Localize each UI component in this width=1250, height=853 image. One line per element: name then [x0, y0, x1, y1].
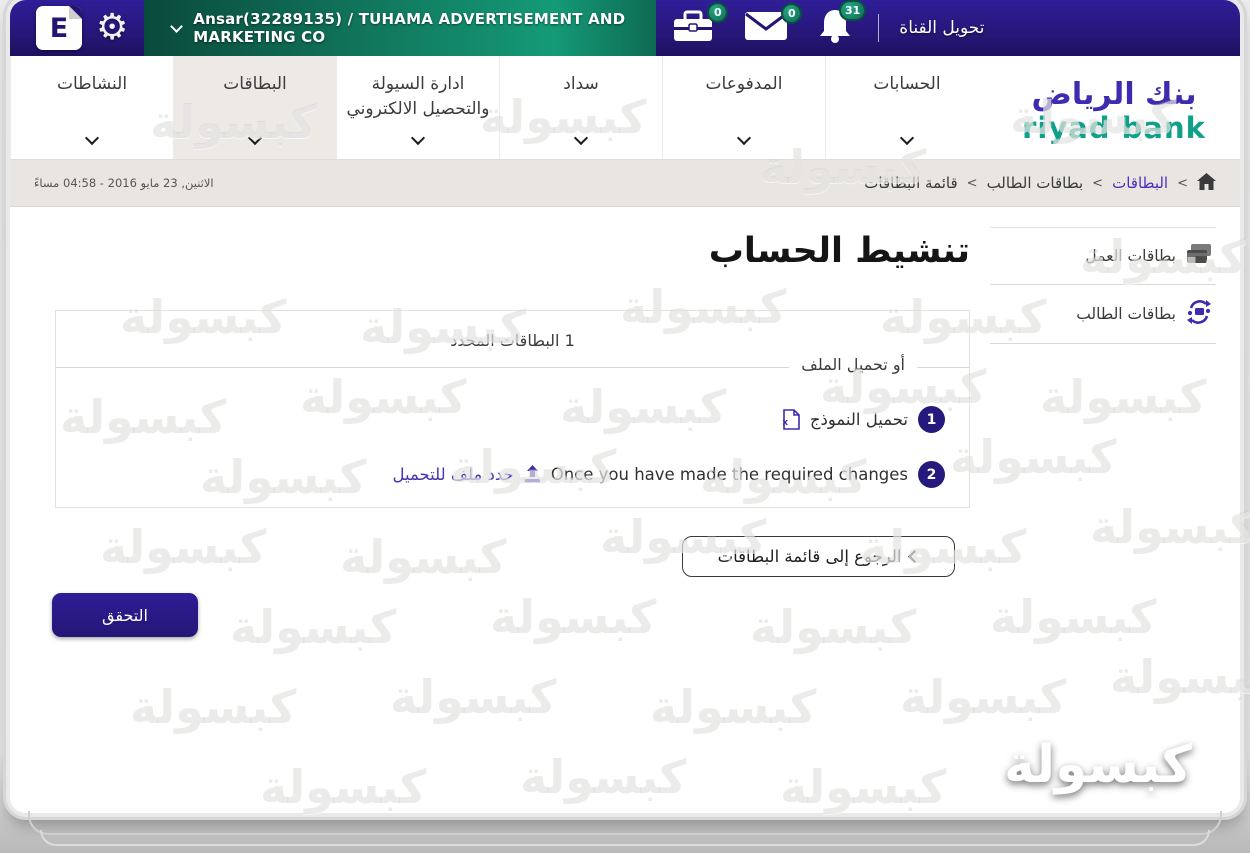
- tab-label: البطاقات: [223, 74, 286, 94]
- breadcrumb-item-cards[interactable]: البطاقات: [1112, 174, 1168, 192]
- step-number-badge: 1: [918, 406, 945, 433]
- user-info-label: Ansar(32289135) / TUHAMA ADVERTISEMENT A…: [193, 10, 656, 46]
- sidebar-item-label: بطاقات الطالب: [1076, 305, 1176, 323]
- mail-icon: [744, 26, 788, 45]
- main-navigation: بنك الرياض riyad bank الحسابات المدفوعات…: [10, 56, 1240, 160]
- chevron-left-icon: [909, 550, 922, 563]
- user-account-bar[interactable]: Ansar(32289135) / TUHAMA ADVERTISEMENT A…: [144, 0, 656, 56]
- mail-badge: 0: [781, 3, 802, 24]
- svg-text:x: x: [783, 418, 788, 428]
- excel-file-icon[interactable]: x: [783, 409, 800, 430]
- breadcrumb-bar: > البطاقات > بطاقات الطالب > قائمة البطا…: [10, 160, 1240, 207]
- cards-sidebar: بطاقات العمل بطاقات الطالب: [990, 227, 1216, 344]
- tab-label: المدفوعات: [706, 74, 783, 94]
- tab-liquidity-management[interactable]: ادارة السيولة والتحصيل الالكتروني: [336, 56, 499, 159]
- sidebar-item-label: بطاقات العمل: [1085, 247, 1176, 265]
- breadcrumb-item-student-cards[interactable]: بطاقات الطالب: [987, 174, 1084, 192]
- chevron-down-icon: [170, 20, 183, 33]
- upload-icon[interactable]: [524, 465, 541, 484]
- briefcase-button[interactable]: 0: [672, 10, 714, 46]
- breadcrumb-separator: >: [967, 176, 978, 191]
- breadcrumb-item-cards-list: قائمة البطاقات: [864, 174, 957, 192]
- step-upload-file: 2 Once you have made the required change…: [393, 461, 946, 488]
- notifications-badge: 31: [839, 0, 866, 21]
- brand-name-english: riyad bank: [1022, 113, 1206, 143]
- topbar-divider: [878, 14, 879, 42]
- breadcrumb-separator: >: [1177, 176, 1188, 191]
- chevron-down-icon: [574, 131, 588, 145]
- step-download-template: 1 تحميل النموذج x: [783, 406, 945, 433]
- switch-channel-button[interactable]: تحويل القناة: [899, 18, 984, 38]
- riyad-bank-logo[interactable]: بنك الرياض riyad bank: [988, 56, 1240, 159]
- verify-button[interactable]: التحقق: [52, 593, 198, 637]
- student-cards-icon: [1186, 300, 1212, 328]
- briefcase-icon: [672, 27, 714, 46]
- e-banking-logo-letter: E: [50, 13, 68, 44]
- home-icon[interactable]: [1197, 173, 1216, 194]
- chevron-down-icon: [411, 131, 425, 145]
- upload-section-divider: أو تحميل الملف: [56, 367, 969, 368]
- sidebar-item-work-cards[interactable]: بطاقات العمل: [990, 228, 1216, 285]
- chevron-down-icon: [900, 131, 914, 145]
- tab-accounts[interactable]: الحسابات: [825, 56, 988, 159]
- tab-label: ادارة السيولة والتحصيل الالكتروني: [347, 74, 490, 119]
- page-title: تنشيط الحساب: [709, 231, 970, 271]
- tab-activities[interactable]: النشاطات: [10, 56, 173, 159]
- top-bar: E ⚙ Ansar(32289135) / TUHAMA ADVERTISEME…: [10, 0, 1240, 56]
- breadcrumb-separator: >: [1092, 176, 1103, 191]
- selected-cards-count: 1 البطاقات المحدد: [56, 331, 969, 350]
- screenshot-stage: E ⚙ Ansar(32289135) / TUHAMA ADVERTISEME…: [0, 0, 1250, 853]
- back-button-label: الرجوع إلى قائمة البطاقات: [718, 547, 902, 566]
- tab-cards[interactable]: البطاقات: [173, 56, 336, 159]
- step-label: تحميل النموذج: [810, 410, 908, 429]
- e-banking-logo[interactable]: E: [36, 6, 82, 50]
- tab-payments[interactable]: المدفوعات: [662, 56, 825, 159]
- chevron-down-icon: [737, 131, 751, 145]
- upload-section-label: أو تحميل الملف: [789, 355, 917, 374]
- tab-label: سداد: [563, 74, 598, 94]
- activation-panel: 1 البطاقات المحدد أو تحميل الملف 1 تحميل…: [55, 310, 970, 508]
- tab-sadad[interactable]: سداد: [499, 56, 662, 159]
- brand-name-arabic: بنك الرياض: [1032, 78, 1197, 113]
- select-file-to-upload-link[interactable]: حدد ملف للتحميل: [393, 465, 514, 484]
- datetime-label: الاثنين, 23 مايو 2016 - 04:58 مساءً: [34, 176, 214, 190]
- tab-label: الحسابات: [873, 74, 940, 94]
- step-number-badge: 2: [918, 461, 945, 488]
- gear-icon[interactable]: ⚙: [96, 10, 128, 46]
- work-cards-icon: [1186, 243, 1212, 269]
- notifications-button[interactable]: 31: [818, 8, 852, 48]
- top-icons: 0 0 31: [672, 8, 852, 48]
- sidebar-item-student-cards[interactable]: بطاقات الطالب: [990, 285, 1216, 344]
- briefcase-badge: 0: [707, 2, 728, 23]
- back-to-cards-list-button[interactable]: الرجوع إلى قائمة البطاقات: [682, 536, 955, 577]
- app-window: E ⚙ Ansar(32289135) / TUHAMA ADVERTISEME…: [10, 0, 1240, 813]
- step-label: Once you have made the required changes: [551, 465, 908, 484]
- tab-label: النشاطات: [57, 74, 127, 94]
- chevron-down-icon: [85, 131, 99, 145]
- breadcrumb: > البطاقات > بطاقات الطالب > قائمة البطا…: [864, 173, 1216, 194]
- chevron-down-icon: [248, 131, 262, 145]
- bell-icon: [818, 29, 852, 48]
- main-content: بطاقات العمل بطاقات الطالب تنشيط الحساب …: [10, 207, 1240, 813]
- window-frame-line: [40, 830, 1210, 846]
- mail-button[interactable]: 0: [744, 11, 788, 45]
